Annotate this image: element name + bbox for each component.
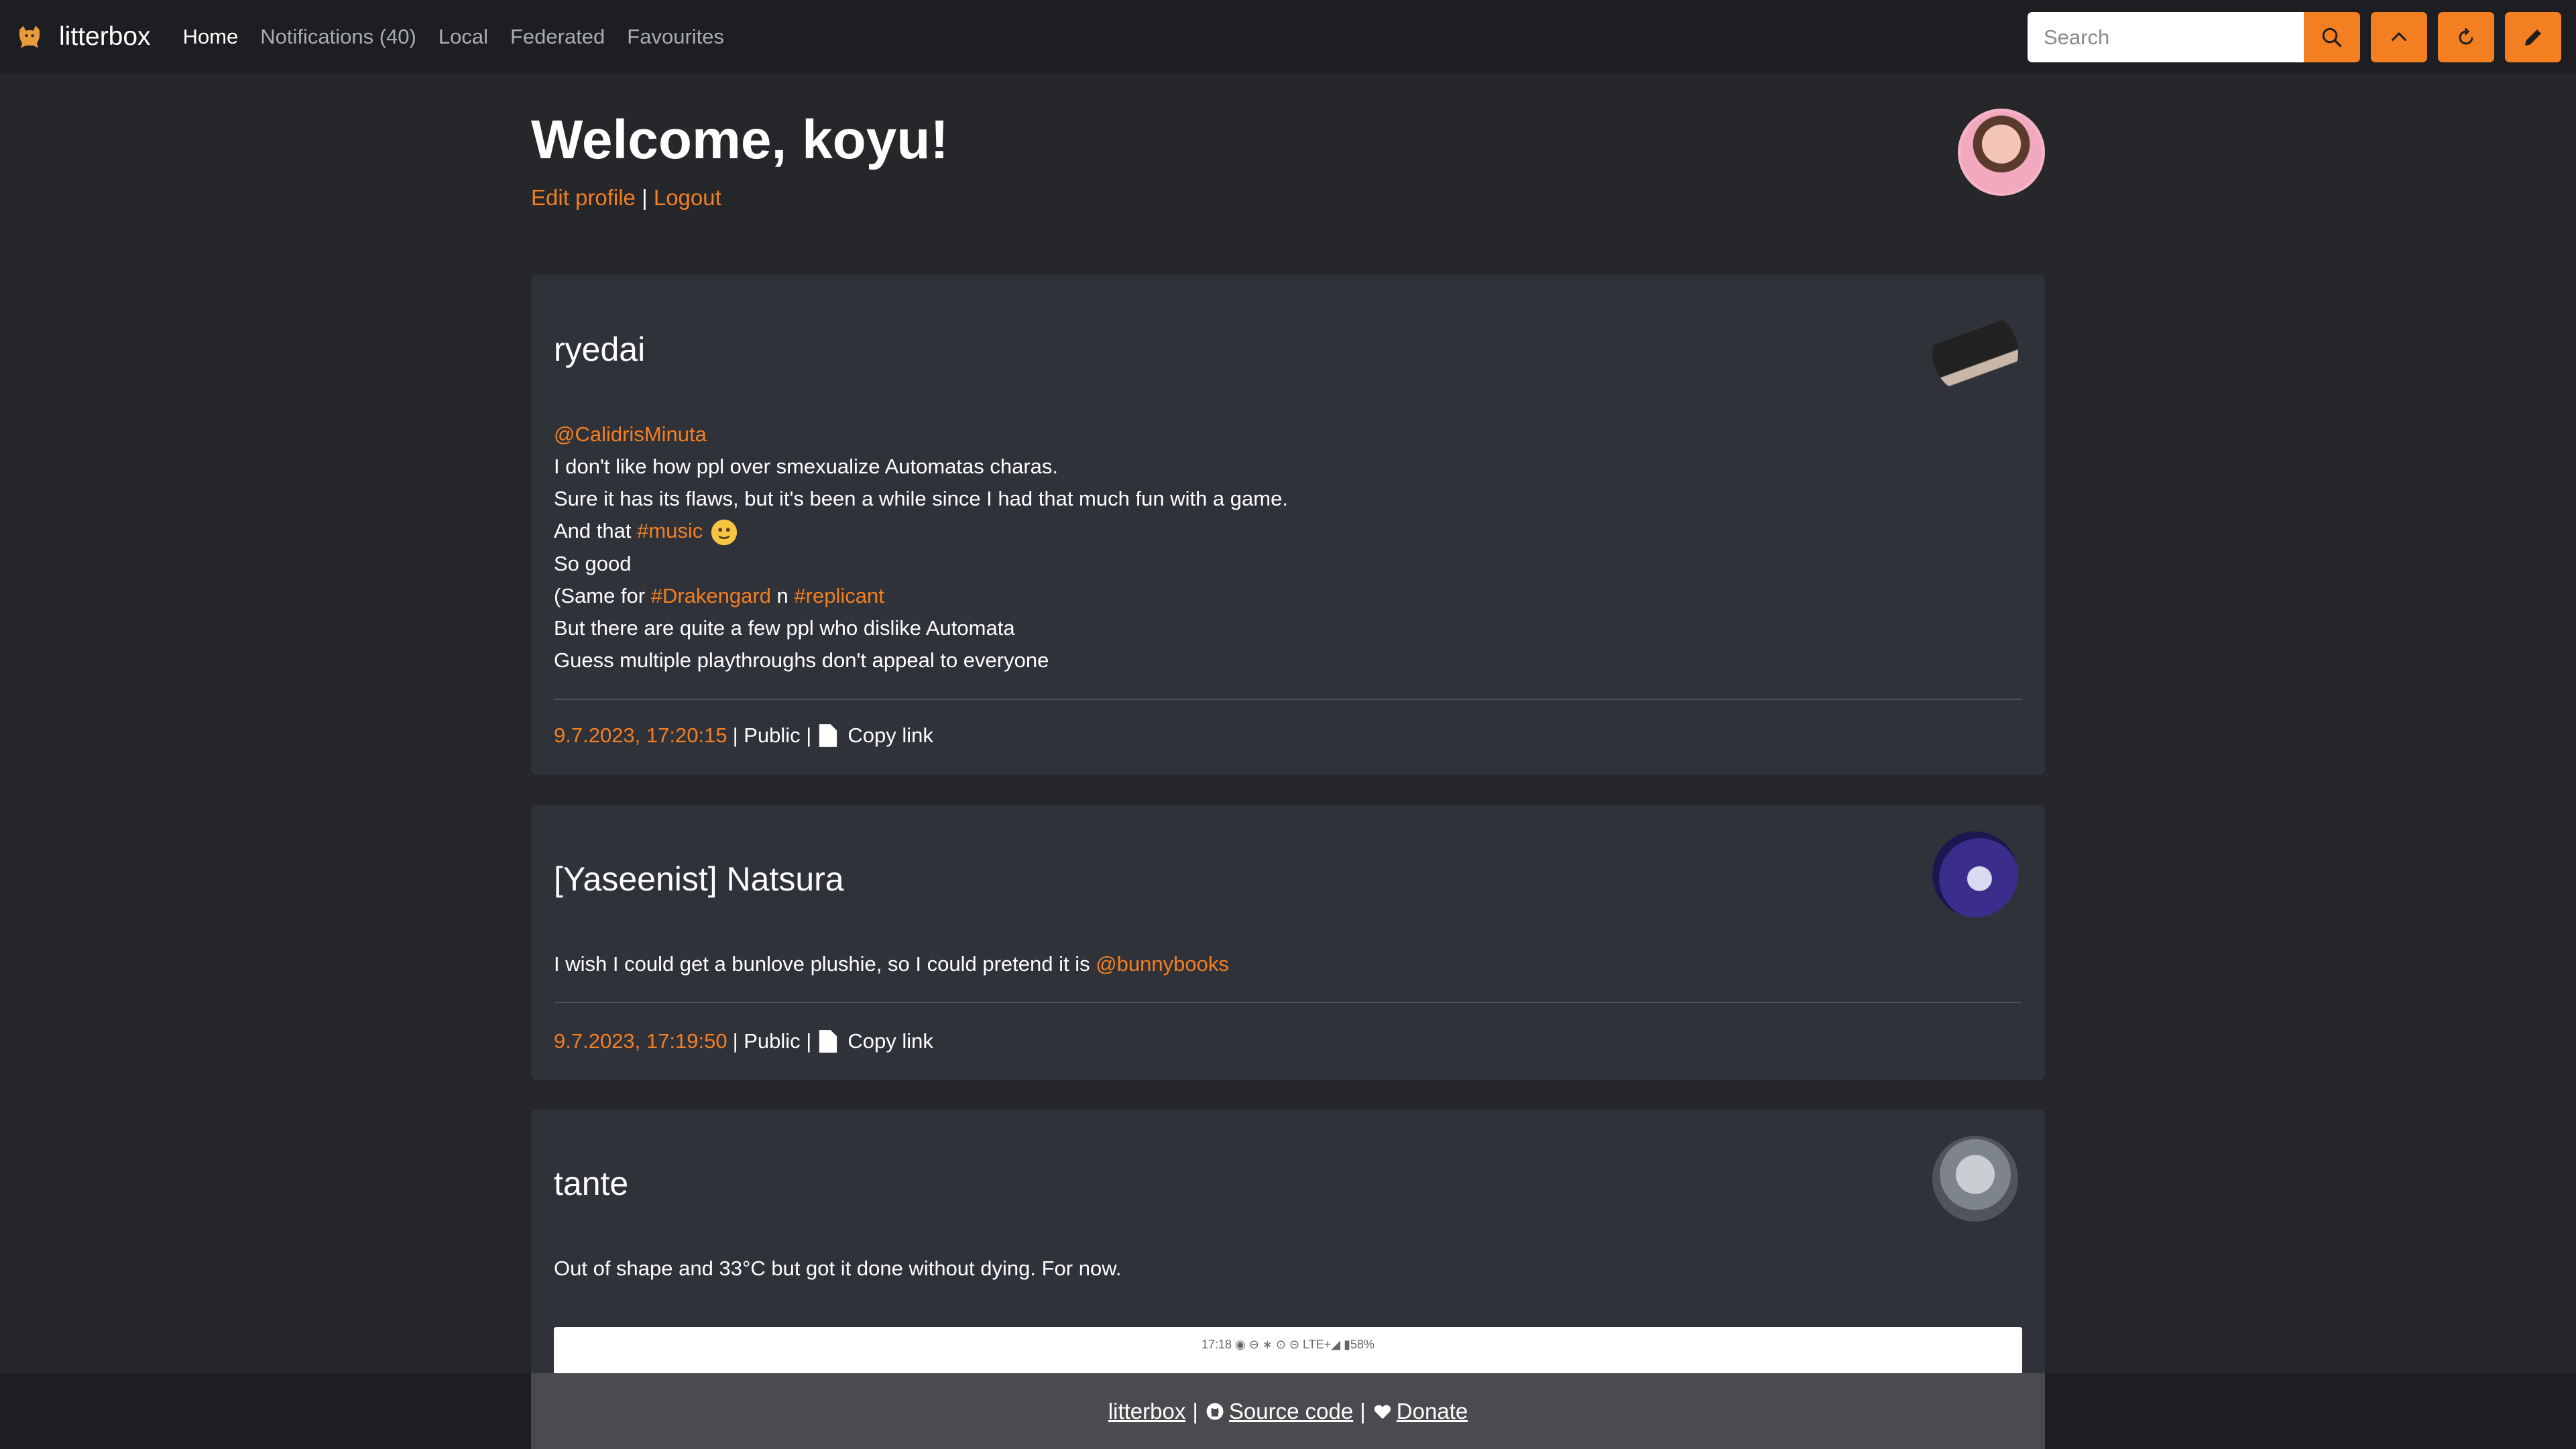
logout-link[interactable]: Logout	[654, 185, 721, 210]
compose-button[interactable]	[2505, 12, 2561, 62]
refresh-button[interactable]	[2438, 12, 2494, 62]
post-line: And that	[554, 519, 638, 542]
link-separator: |	[642, 185, 648, 210]
post-author[interactable]: ryedai	[554, 330, 645, 369]
scroll-top-button[interactable]	[2371, 12, 2427, 62]
brand-name: litterbox	[59, 22, 151, 51]
navbar: litterbox Home Notifications (40) Local …	[0, 0, 2576, 74]
post-content: @CalidrisMinuta I don't like how ppl ove…	[554, 418, 1288, 677]
footer-separator: |	[1192, 1398, 1198, 1424]
hashtag-link[interactable]: #replicant	[794, 584, 884, 607]
timestamp-link[interactable]: 9.7.2023, 17:19:50	[554, 1029, 727, 1053]
visibility-label: | Public |	[732, 1029, 812, 1053]
donate-link[interactable]: Donate	[1397, 1399, 1468, 1424]
nav-links: Home Notifications (40) Local Federated …	[183, 25, 746, 49]
post-line: So good	[554, 551, 632, 575]
post-author[interactable]: [Yaseenist] Natsura	[554, 860, 844, 899]
hashtag-link[interactable]: #music	[637, 519, 703, 542]
footer-home-link[interactable]: litterbox	[1108, 1399, 1186, 1424]
refresh-icon	[2459, 27, 2473, 44]
footer: litterbox | Source code | Donate	[0, 1373, 2576, 1449]
mention-link[interactable]: @CalidrisMinuta	[554, 422, 707, 446]
post-card: ryedai @CalidrisMinuta I don't like how …	[531, 275, 2045, 775]
nav-home[interactable]: Home	[183, 25, 239, 49]
nav-actions	[2028, 12, 2561, 62]
search-icon	[2322, 27, 2342, 48]
divider	[554, 1002, 2022, 1003]
chevron-up-icon	[2391, 32, 2407, 42]
page-title: Welcome, koyu!	[531, 109, 949, 170]
footer-separator: |	[1360, 1398, 1366, 1424]
source-code-link[interactable]: Source code	[1229, 1399, 1353, 1424]
nav-notifications[interactable]: Notifications (40)	[260, 25, 416, 49]
nav-federated[interactable]: Federated	[510, 25, 605, 49]
post-line: I don't like how ppl over smexualize Aut…	[554, 455, 1059, 478]
edit-profile-link[interactable]: Edit profile	[531, 185, 636, 210]
document-icon[interactable]	[818, 1029, 838, 1054]
post-author[interactable]: tante	[554, 1164, 628, 1203]
copy-link-button[interactable]: Copy link	[847, 723, 933, 748]
mention-link[interactable]: @bunnybooks	[1096, 952, 1229, 976]
profile-links: Edit profile | Logout	[531, 185, 721, 211]
post-card: [Yaseenist] Natsura I wish I could get a…	[531, 805, 2045, 1080]
nav-local[interactable]: Local	[438, 25, 488, 49]
copy-link-button[interactable]: Copy link	[847, 1029, 933, 1053]
post-meta: 9.7.2023, 17:19:50 | Public | Copy link	[554, 1029, 933, 1054]
avatar[interactable]	[1932, 310, 2018, 396]
timestamp-link[interactable]: 9.7.2023, 17:20:15	[554, 723, 727, 748]
cat-logo-icon	[19, 25, 40, 48]
hashtag-link[interactable]: #Drakengard	[651, 584, 771, 607]
post-line: But there are quite a few ppl who dislik…	[554, 616, 1015, 640]
avatar[interactable]	[1932, 1136, 2018, 1222]
heart-icon	[1374, 1404, 1391, 1419]
emoji-icon	[711, 519, 738, 545]
avatar[interactable]	[1932, 831, 2018, 917]
avatar[interactable]	[1958, 109, 2045, 196]
document-icon[interactable]	[818, 723, 838, 748]
post-line: Sure it has its flaws, but it's been a w…	[554, 487, 1288, 510]
visibility-label: | Public |	[732, 723, 812, 747]
brand-link[interactable]: litterbox	[15, 22, 151, 52]
pencil-icon	[2525, 29, 2541, 46]
post-line: (Same for	[554, 583, 651, 607]
divider	[554, 699, 2022, 700]
post-meta: 9.7.2023, 17:20:15 | Public | Copy link	[554, 723, 933, 748]
welcome-section: Welcome, koyu! Edit profile | Logout	[531, 74, 2045, 275]
search-button[interactable]	[2304, 12, 2360, 62]
post-content: Out of shape and 33°C but got it done wi…	[554, 1253, 1122, 1285]
nav-favourites[interactable]: Favourites	[627, 25, 724, 49]
github-icon	[1206, 1403, 1224, 1419]
post-text: Out of shape and 33°C but got it done wi…	[554, 1257, 1122, 1280]
post-text: I wish I could get a bunlove plushie, so…	[554, 952, 1096, 976]
post-line: n	[770, 583, 795, 607]
phone-status-bar: 17:18 ◉ ⊖ ∗ ⊙ ⊝ LTE+◢ ▮58%	[1201, 1338, 1375, 1351]
post-content: I wish I could get a bunlove plushie, so…	[554, 948, 1229, 980]
search-input[interactable]	[2028, 12, 2304, 62]
post-line: Guess multiple playthroughs don't appeal…	[554, 648, 1049, 672]
